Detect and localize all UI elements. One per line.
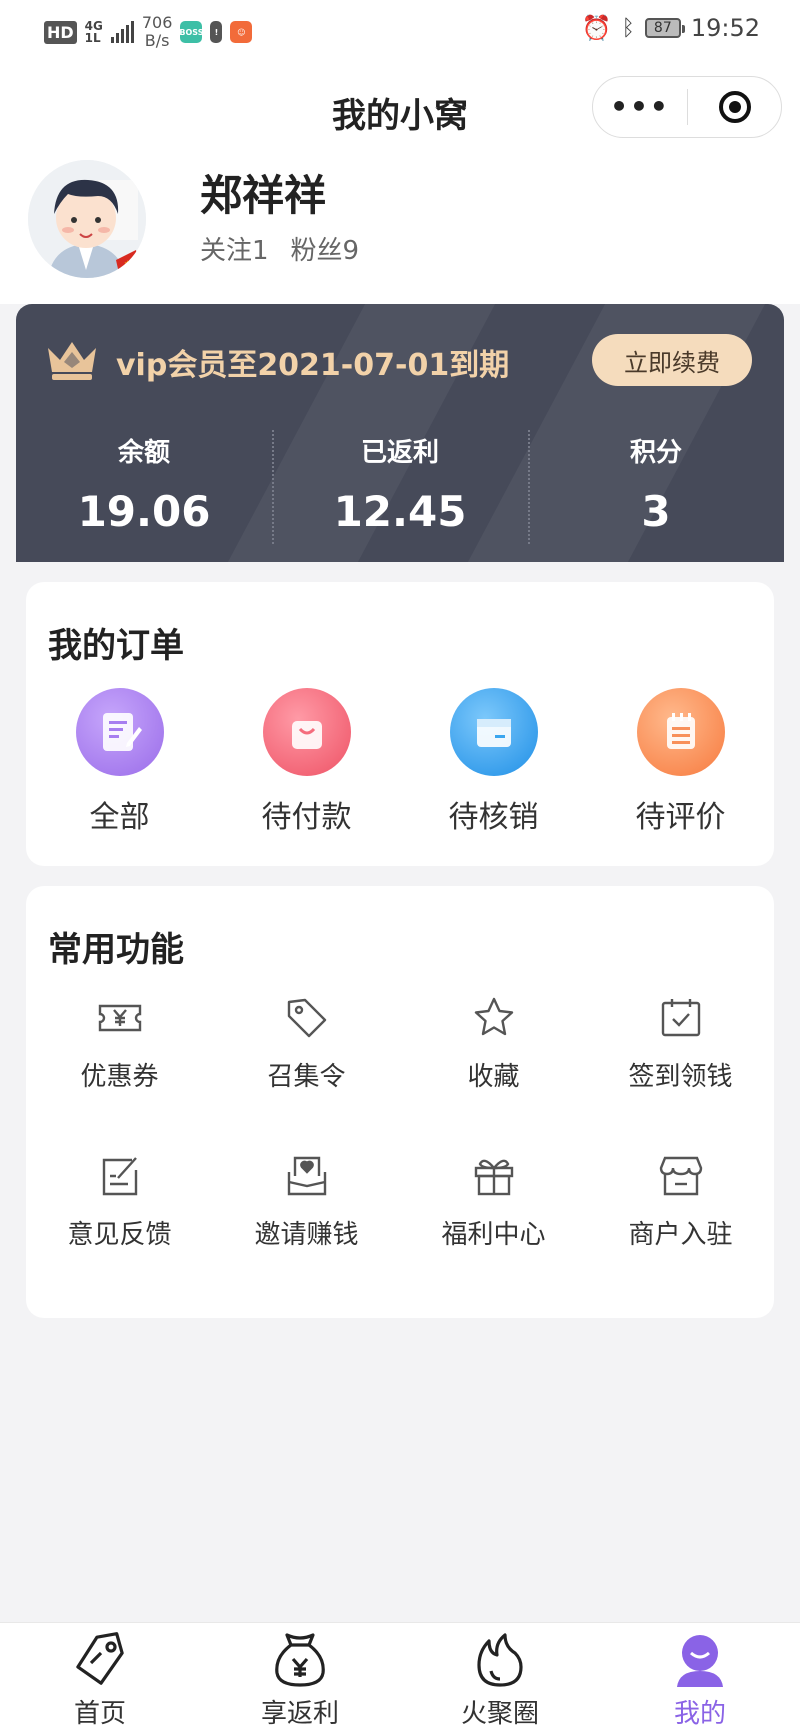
gift-icon bbox=[470, 1152, 518, 1200]
followers-count[interactable]: 粉丝9 bbox=[291, 230, 360, 267]
tab-label: 火聚圈 bbox=[460, 1699, 539, 1729]
points-stat[interactable]: 积分 3 bbox=[528, 430, 784, 544]
user-icon bbox=[671, 1631, 729, 1689]
function-label: 签到领钱 bbox=[628, 1062, 733, 1092]
orders-title: 我的订单 bbox=[48, 626, 184, 666]
hd-indicator: HD bbox=[44, 20, 77, 44]
stat-label: 已返利 bbox=[360, 438, 439, 468]
signal-icon bbox=[110, 21, 134, 43]
order-label: 全部 bbox=[89, 800, 150, 835]
app-notification-icon: ☺ bbox=[230, 21, 253, 43]
tag-icon bbox=[283, 994, 331, 1042]
favorites-item[interactable]: 收藏 bbox=[400, 994, 587, 1152]
function-label: 福利中心 bbox=[441, 1220, 546, 1250]
function-label: 收藏 bbox=[467, 1062, 520, 1092]
functions-title: 常用功能 bbox=[48, 930, 184, 970]
edit-icon bbox=[75, 688, 164, 776]
tab-circle[interactable]: 火聚圈 bbox=[400, 1623, 600, 1734]
tab-rebate[interactable]: 享返利 bbox=[200, 1623, 400, 1734]
function-label: 意见反馈 bbox=[67, 1220, 172, 1250]
orders-card: 我的订单 全部 待付款 待核销 待评价 bbox=[26, 582, 774, 866]
miniprogram-capsule: ••• bbox=[592, 76, 782, 138]
order-label: 待评价 bbox=[635, 800, 726, 835]
balance-stat[interactable]: 余额 19.06 bbox=[16, 432, 272, 536]
function-label: 优惠券 bbox=[80, 1062, 159, 1092]
invite-mail-icon bbox=[283, 1152, 331, 1200]
stat-value: 3 bbox=[641, 487, 671, 536]
profile-section: ★ 郑祥祥 关注1 粉丝9 bbox=[0, 154, 800, 304]
rebate-stat[interactable]: 已返利 12.45 bbox=[272, 430, 528, 544]
box-icon bbox=[449, 688, 538, 776]
order-label: 待付款 bbox=[261, 800, 352, 835]
store-icon bbox=[657, 1152, 705, 1200]
clock: 19:52 bbox=[690, 14, 760, 42]
rally-item[interactable]: 召集令 bbox=[213, 994, 400, 1152]
stat-label: 积分 bbox=[629, 438, 682, 468]
coupon-icon bbox=[96, 994, 144, 1042]
avatar[interactable]: ★ bbox=[28, 160, 146, 278]
battery-icon: 87 bbox=[644, 18, 685, 38]
tab-home[interactable]: 首页 bbox=[0, 1623, 200, 1734]
more-button[interactable]: ••• bbox=[593, 93, 687, 121]
vip-expiry-text: vip会员至2021-07-01到期 bbox=[116, 348, 510, 383]
functions-card: 常用功能 优惠券 召集令 收藏 签到领钱 意见反馈 邀请赚钱 福利中心 商户入驻 bbox=[26, 886, 774, 1318]
network-speed: 706 B/s bbox=[141, 13, 173, 50]
boss-app-icon: BOSS bbox=[179, 21, 203, 43]
bluetooth-icon: ᛒ bbox=[621, 15, 635, 41]
function-label: 召集令 bbox=[267, 1062, 346, 1092]
target-icon bbox=[718, 91, 751, 123]
order-label: 待核销 bbox=[448, 800, 539, 835]
function-label: 邀请赚钱 bbox=[254, 1220, 359, 1250]
svg-text:★: ★ bbox=[124, 259, 131, 268]
money-bag-icon bbox=[271, 1631, 329, 1689]
feedback-icon bbox=[96, 1152, 144, 1200]
network-type: 4G 1L bbox=[84, 19, 103, 45]
calendar-check-icon bbox=[657, 994, 705, 1042]
order-pending-redeem[interactable]: 待核销 bbox=[400, 688, 587, 836]
bottom-tab-bar: 首页 享返利 火聚圈 我的 bbox=[0, 1622, 800, 1734]
vip-card: vip会员至2021-07-01到期 立即续费 余额 19.06 已返利 12.… bbox=[16, 304, 784, 562]
order-all[interactable]: 全部 bbox=[26, 688, 213, 836]
shopping-bag-icon bbox=[262, 688, 351, 776]
flame-icon bbox=[471, 1631, 529, 1689]
coupon-item[interactable]: 优惠券 bbox=[26, 994, 213, 1152]
function-label: 商户入驻 bbox=[628, 1220, 733, 1250]
tab-label: 我的 bbox=[673, 1699, 726, 1729]
stat-value: 19.06 bbox=[77, 487, 211, 536]
stat-value: 12.45 bbox=[333, 487, 467, 536]
invite-item[interactable]: 邀请赚钱 bbox=[213, 1152, 400, 1310]
order-pending-review[interactable]: 待评价 bbox=[587, 688, 774, 836]
checkin-item[interactable]: 签到领钱 bbox=[587, 994, 774, 1152]
renew-button[interactable]: 立即续费 bbox=[592, 334, 752, 386]
tag-home-icon bbox=[71, 1631, 129, 1689]
notepad-icon bbox=[636, 688, 725, 776]
vip-stats: 余额 19.06 已返利 12.45 积分 3 bbox=[16, 430, 784, 544]
crown-icon bbox=[44, 338, 100, 386]
tab-label: 享返利 bbox=[260, 1699, 339, 1729]
feedback-item[interactable]: 意见反馈 bbox=[26, 1152, 213, 1310]
alarm-icon: ⏰ bbox=[581, 14, 612, 42]
stat-label: 余额 bbox=[117, 438, 170, 468]
status-bar: HD 4G 1L 706 B/s BOSS ! ☺ ⏰ ᛒ 87 19:52 bbox=[0, 0, 800, 62]
username: 郑祥祥 bbox=[200, 171, 327, 220]
star-icon bbox=[470, 994, 518, 1042]
merchant-item[interactable]: 商户入驻 bbox=[587, 1152, 774, 1310]
follow-stats: 关注1 粉丝9 bbox=[200, 230, 359, 267]
title-bar: 我的小窝 ••• bbox=[0, 62, 800, 154]
tab-mine[interactable]: 我的 bbox=[600, 1623, 800, 1734]
tab-label: 首页 bbox=[73, 1699, 126, 1729]
order-pending-payment[interactable]: 待付款 bbox=[213, 688, 400, 836]
following-count[interactable]: 关注1 bbox=[200, 230, 269, 267]
alert-icon: ! bbox=[210, 21, 223, 43]
close-button[interactable] bbox=[688, 91, 781, 123]
welfare-item[interactable]: 福利中心 bbox=[400, 1152, 587, 1310]
